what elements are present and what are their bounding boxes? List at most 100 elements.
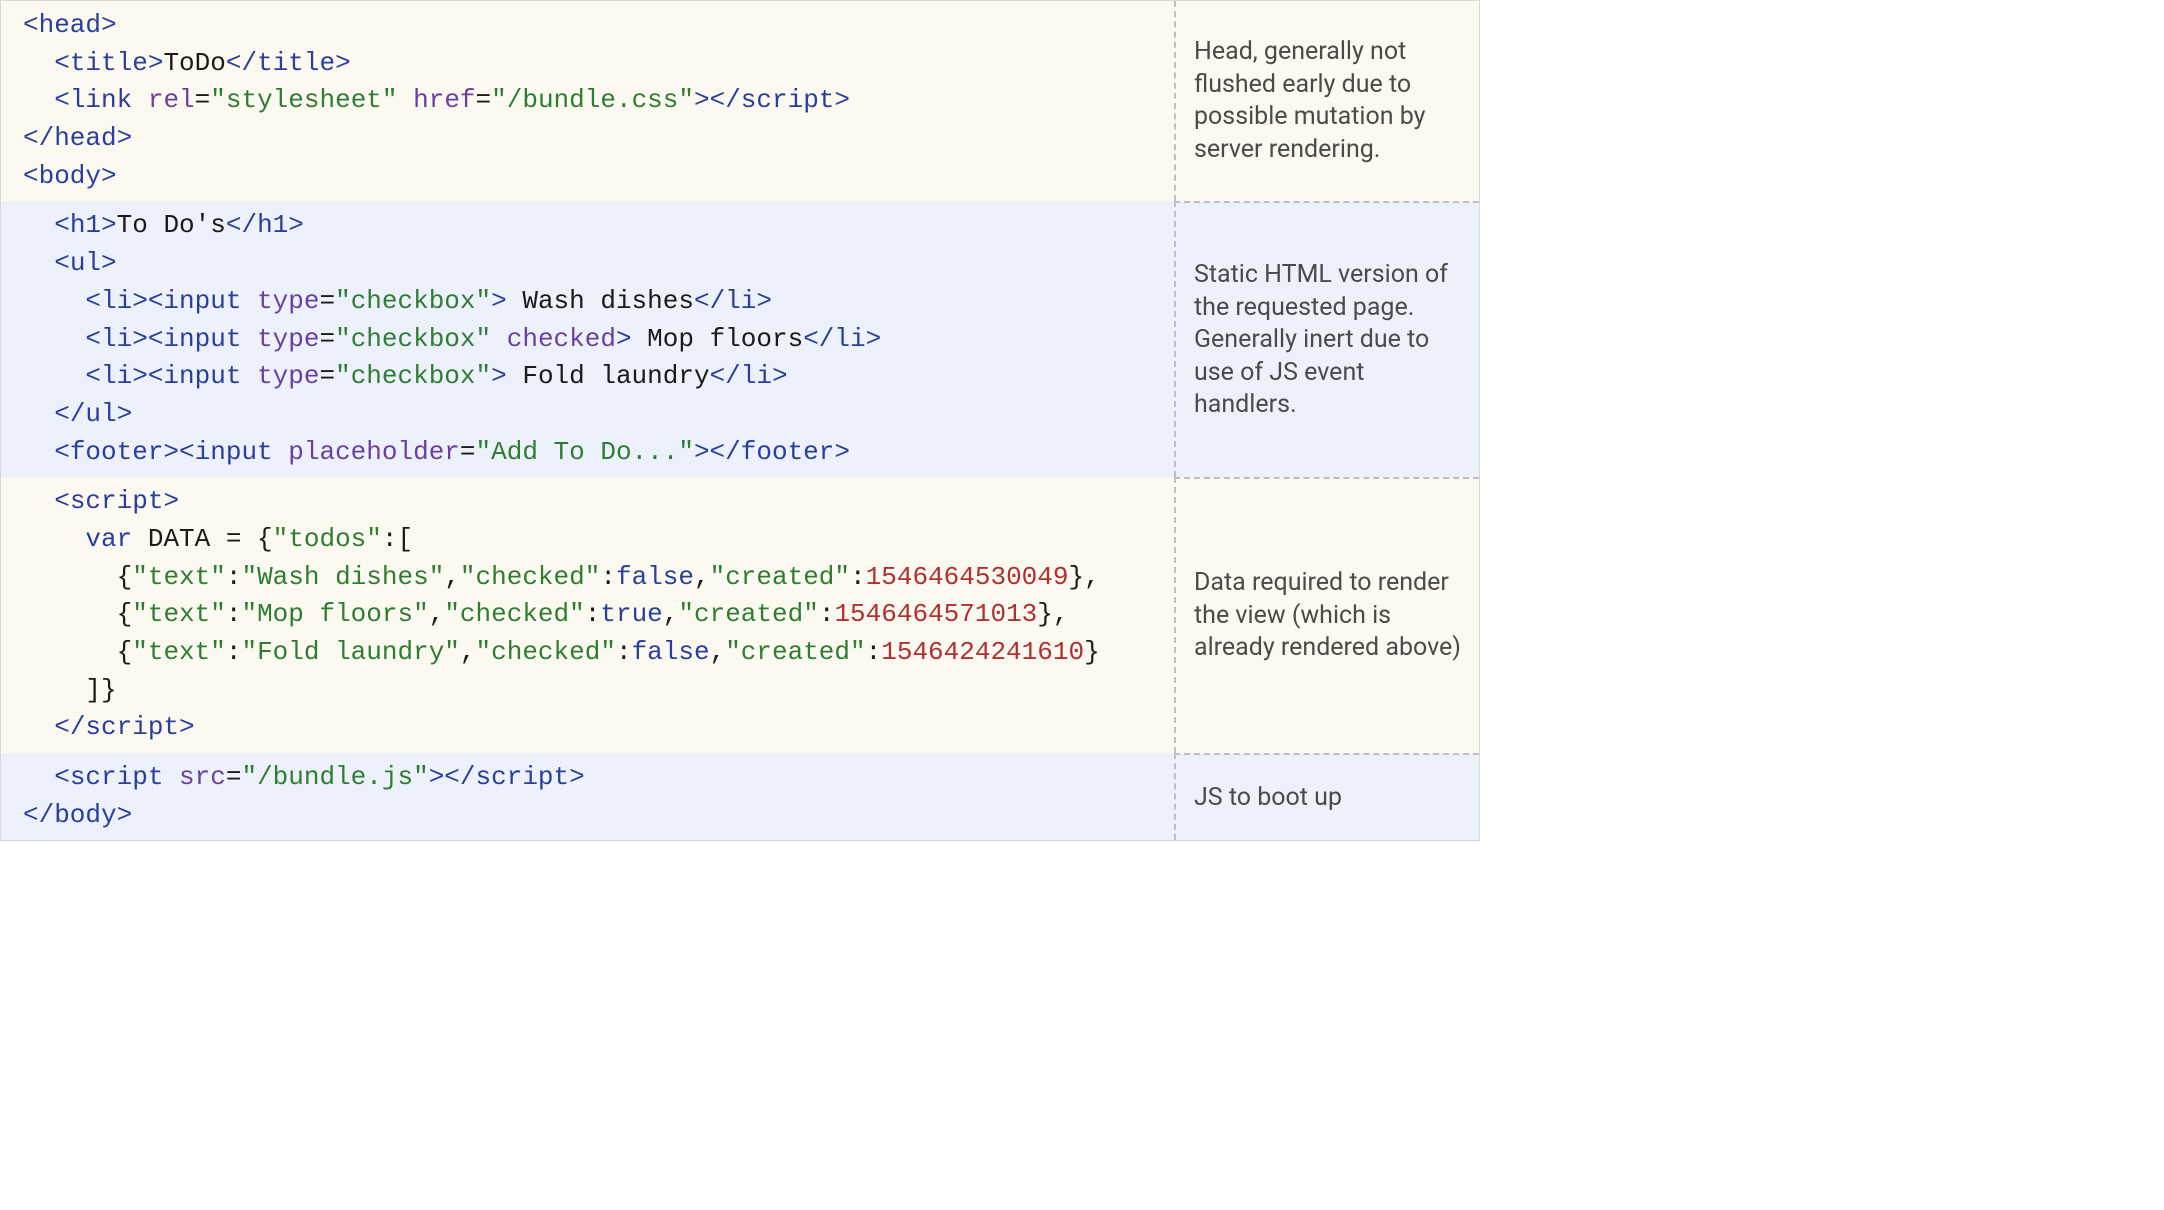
code-line: </body> [23, 797, 1166, 835]
token-txt: : [850, 562, 866, 592]
token-tag: </h1> [226, 210, 304, 240]
token-txt: { [117, 599, 133, 629]
token-str: "checkbox" [335, 286, 491, 316]
annotation-note: Head, generally not flushed early due to… [1174, 1, 1479, 201]
token-bool: true [600, 599, 662, 629]
token-punct: = [319, 361, 335, 391]
token-tag: > [616, 324, 632, 354]
token-txt: ToDo [163, 48, 225, 78]
token-tag: <li><input [85, 361, 257, 391]
token-str: "checked" [444, 599, 584, 629]
token-txt: , [460, 637, 476, 667]
token-tag: <title> [54, 48, 163, 78]
annotation-note-text: Static HTML version of the requested pag… [1194, 259, 1461, 422]
token-txt: : [600, 562, 616, 592]
token-str: "Add To Do..." [476, 437, 694, 467]
token-str: "text" [132, 637, 226, 667]
token-tag: </li> [694, 286, 772, 316]
code-line: <h1>To Do's</h1> [23, 207, 1166, 245]
token-str: "checked" [476, 637, 616, 667]
token-tag: ></script [694, 85, 834, 115]
token-tag: > [491, 361, 507, 391]
token-str: "todos" [273, 524, 382, 554]
token-num: 1546464571013 [834, 599, 1037, 629]
token-tag: > [179, 712, 195, 742]
code-line: <script src="/bundle.js"></script> [23, 759, 1166, 797]
token-tag: > [163, 486, 179, 516]
token-attr: type [257, 286, 319, 316]
token-txt: : [866, 637, 882, 667]
token-bool: false [616, 562, 694, 592]
annotation-row: <h1>To Do's</h1> <ul> <li><input type="c… [1, 201, 1479, 477]
code-line: var DATA = {"todos":[ [23, 521, 1166, 559]
annotation-note-text: JS to boot up [1194, 782, 1342, 815]
token-num: 1546424241610 [881, 637, 1084, 667]
token-str: "stylesheet" [210, 85, 397, 115]
token-attr: rel [148, 85, 195, 115]
annotation-note: Data required to render the view (which … [1174, 477, 1479, 753]
token-str: "text" [132, 562, 226, 592]
token-tag: <footer><input [54, 437, 288, 467]
token-tag: <ul> [54, 248, 116, 278]
code-line: <title>ToDo</title> [23, 45, 1166, 83]
token-str: "Mop floors" [241, 599, 428, 629]
token-str: "text" [132, 599, 226, 629]
code-line: <footer><input placeholder="Add To Do...… [23, 434, 1166, 472]
token-tag: </ul> [54, 399, 132, 429]
token-punct: = [319, 286, 335, 316]
code-block: <head> <title>ToDo</title> <link rel="st… [1, 1, 1174, 201]
token-str: "checked" [460, 562, 600, 592]
token-str: "/bundle.js" [241, 762, 428, 792]
token-tag: > [569, 762, 585, 792]
token-txt: }, [1037, 599, 1068, 629]
token-tag: </li> [803, 324, 881, 354]
token-txt: : [226, 562, 242, 592]
code-line: <body> [23, 158, 1166, 196]
token-tag: </script [54, 712, 179, 742]
token-txt: Wash dishes [507, 286, 694, 316]
token-tag: <head> [23, 10, 117, 40]
token-punct: = [460, 437, 476, 467]
token-tag: <h1> [54, 210, 116, 240]
token-txt: , [429, 599, 445, 629]
token-txt: ]} [85, 675, 116, 705]
token-str: "Wash dishes" [241, 562, 444, 592]
code-line: <ul> [23, 245, 1166, 283]
token-tag: <script [54, 486, 163, 516]
token-attr: placeholder [288, 437, 460, 467]
token-txt [398, 85, 414, 115]
token-str: "Fold laundry" [241, 637, 459, 667]
token-txt: , [663, 599, 679, 629]
code-annotation-figure: <head> <title>ToDo</title> <link rel="st… [0, 0, 1480, 841]
annotation-note: JS to boot up [1174, 753, 1479, 840]
token-txt: Mop floors [632, 324, 804, 354]
token-txt: To Do's [117, 210, 226, 240]
code-line: {"text":"Wash dishes","checked":false,"c… [23, 559, 1166, 597]
token-tag: ></script [429, 762, 569, 792]
token-txt: { [117, 637, 133, 667]
token-kw: var [85, 524, 132, 554]
token-tag: > [834, 85, 850, 115]
code-line: </head> [23, 120, 1166, 158]
token-punct: = [476, 85, 492, 115]
token-str: "created" [678, 599, 818, 629]
token-bool: false [632, 637, 710, 667]
token-txt: { [117, 562, 133, 592]
token-punct: = [195, 85, 211, 115]
token-tag: <link [54, 85, 148, 115]
token-tag: ></footer> [694, 437, 850, 467]
token-attr: href [413, 85, 475, 115]
token-str: "/bundle.css" [491, 85, 694, 115]
token-txt: } [1084, 637, 1100, 667]
code-line: <link rel="stylesheet" href="/bundle.css… [23, 82, 1166, 120]
code-line: <li><input type="checkbox"> Fold laundry… [23, 358, 1166, 396]
token-txt: :[ [382, 524, 413, 554]
token-txt: : [226, 599, 242, 629]
token-tag: </head> [23, 123, 132, 153]
token-tag: <li><input [85, 324, 257, 354]
code-block: <script src="/bundle.js"></script></body… [1, 753, 1174, 840]
code-line: <li><input type="checkbox"> Wash dishes<… [23, 283, 1166, 321]
token-txt: }, [1068, 562, 1099, 592]
token-str: "created" [710, 562, 850, 592]
token-attr: type [257, 324, 319, 354]
